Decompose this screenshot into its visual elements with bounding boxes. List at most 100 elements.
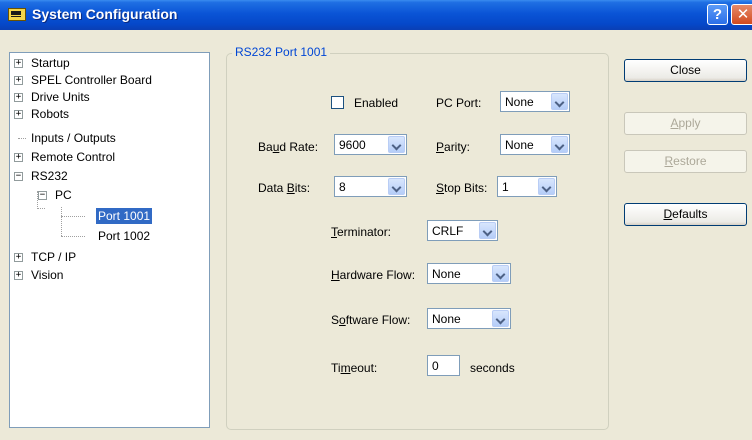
hardware-flow-label-part: ardware Flow:	[339, 268, 416, 282]
tree-item-label: Port 1002	[98, 229, 151, 243]
expand-icon[interactable]: +	[14, 253, 23, 262]
data-bits-select[interactable]: 8	[334, 176, 407, 197]
tree-item-label: Drive Units	[31, 90, 90, 104]
chevron-down-icon[interactable]	[551, 93, 568, 110]
tree-item-label: Remote Control	[31, 150, 116, 164]
stop-bits-value: 1	[502, 180, 509, 194]
software-flow-label-part: ftware Flow:	[345, 313, 411, 327]
data-bits-label-part: its:	[294, 181, 311, 195]
pc-port-select[interactable]: None	[500, 91, 570, 112]
system-configuration-window: System Configuration ? ✕ + Startup + SPE…	[0, 0, 752, 440]
tree-item-label: Robots	[31, 107, 70, 121]
restore-accel: R	[664, 154, 674, 168]
expand-icon[interactable]: +	[14, 93, 23, 102]
parity-label-accel: P	[436, 140, 445, 154]
enabled-label[interactable]: Enabled	[354, 96, 398, 110]
expand-icon[interactable]: +	[14, 271, 23, 280]
software-flow-value: None	[432, 312, 461, 326]
tree-connector	[61, 216, 85, 217]
timeout-input[interactable]: 0	[427, 355, 460, 376]
baud-rate-label: Baud Rate:	[258, 140, 318, 154]
chevron-down-icon[interactable]	[551, 136, 568, 153]
chevron-down-icon[interactable]	[479, 222, 496, 239]
apply-accel: A	[670, 116, 679, 130]
timeout-label-accel: m	[340, 361, 351, 375]
timeout-label-part: Ti	[331, 361, 341, 375]
tree-item-label: Startup	[31, 56, 70, 70]
chevron-down-icon[interactable]	[388, 178, 405, 195]
baud-rate-label-part: Ba	[258, 140, 273, 154]
close-window-button[interactable]: ✕	[731, 4, 752, 25]
stop-bits-select[interactable]: 1	[497, 176, 557, 197]
hardware-flow-label-accel: H	[331, 268, 340, 282]
chevron-down-icon[interactable]	[492, 265, 509, 282]
expand-icon[interactable]: +	[14, 110, 23, 119]
restore-label: estore	[673, 154, 707, 168]
software-flow-select[interactable]: None	[427, 308, 511, 329]
tree-item-label: RS232	[31, 169, 68, 183]
parity-label-part: arity:	[444, 140, 471, 154]
stop-bits-label-part: top Bits:	[444, 181, 488, 195]
tree-connector	[61, 207, 62, 236]
data-bits-label-part: Data	[258, 181, 287, 195]
expand-icon[interactable]: +	[14, 153, 23, 162]
stop-bits-label-accel: S	[436, 181, 445, 195]
pc-port-value: None	[505, 95, 534, 109]
baud-rate-select[interactable]: 9600	[334, 134, 407, 155]
terminator-value: CRLF	[432, 224, 464, 238]
group-title: RS232 Port 1001	[232, 45, 331, 59]
tree-connector	[37, 208, 45, 209]
parity-select[interactable]: None	[500, 134, 570, 155]
help-button[interactable]: ?	[707, 4, 728, 25]
tree-item-label: SPEL Controller Board	[31, 73, 152, 87]
tree-connector	[18, 138, 26, 139]
expand-icon[interactable]: +	[14, 59, 23, 68]
software-flow-label: Software Flow:	[331, 313, 410, 327]
timeout-label: Timeout:	[331, 361, 377, 375]
hardware-flow-value: None	[432, 267, 461, 281]
title-bar[interactable]: System Configuration ? ✕	[0, 0, 752, 30]
restore-button[interactable]: Restore	[624, 150, 747, 173]
apply-button[interactable]: Apply	[624, 112, 747, 135]
baud-rate-label-part: d Rate:	[279, 140, 319, 154]
terminator-label-part: erminator:	[337, 225, 392, 239]
chevron-down-icon[interactable]	[492, 310, 509, 327]
stop-bits-label: Stop Bits:	[436, 181, 487, 195]
timeout-unit: seconds	[470, 361, 515, 375]
terminator-select[interactable]: CRLF	[427, 220, 498, 241]
tree-item-label: Port 1001	[96, 208, 153, 224]
software-flow-label-part: S	[331, 313, 340, 327]
timeout-value: 0	[432, 359, 439, 373]
collapse-icon[interactable]: −	[38, 191, 47, 200]
tree-item-label: Inputs / Outputs	[31, 131, 116, 145]
software-flow-label-accel: o	[339, 313, 346, 327]
config-tree[interactable]: + Startup + SPEL Controller Board + Driv…	[9, 52, 210, 428]
chevron-down-icon[interactable]	[388, 136, 405, 153]
apply-label: pply	[678, 116, 701, 130]
collapse-icon[interactable]: −	[14, 172, 23, 181]
defaults-button[interactable]: Defaults	[624, 203, 747, 226]
app-icon	[8, 8, 26, 21]
tree-item-label: Vision	[31, 268, 64, 282]
tree-item-label: PC	[55, 188, 72, 202]
baud-rate-value: 9600	[339, 138, 366, 152]
enabled-checkbox[interactable]	[331, 96, 344, 109]
data-bits-label: Data Bits:	[258, 181, 310, 195]
defaults-label: efaults	[672, 207, 708, 221]
expand-icon[interactable]: +	[14, 76, 23, 85]
parity-value: None	[505, 138, 534, 152]
parity-label: Parity:	[436, 140, 470, 154]
chevron-down-icon[interactable]	[538, 178, 555, 195]
hardware-flow-select[interactable]: None	[427, 263, 511, 284]
tree-connector	[61, 236, 85, 237]
hardware-flow-label: Hardware Flow:	[331, 268, 415, 282]
data-bits-label-accel: B	[286, 181, 295, 195]
data-bits-value: 8	[339, 180, 346, 194]
terminator-label: Terminator:	[331, 225, 391, 239]
pc-port-label: PC Port:	[436, 96, 482, 110]
timeout-label-part: eout:	[350, 361, 378, 375]
close-button[interactable]: Close	[624, 59, 747, 82]
tree-item-label: TCP / IP	[31, 250, 77, 264]
window-title: System Configuration	[32, 6, 178, 22]
defaults-accel: D	[663, 207, 673, 221]
